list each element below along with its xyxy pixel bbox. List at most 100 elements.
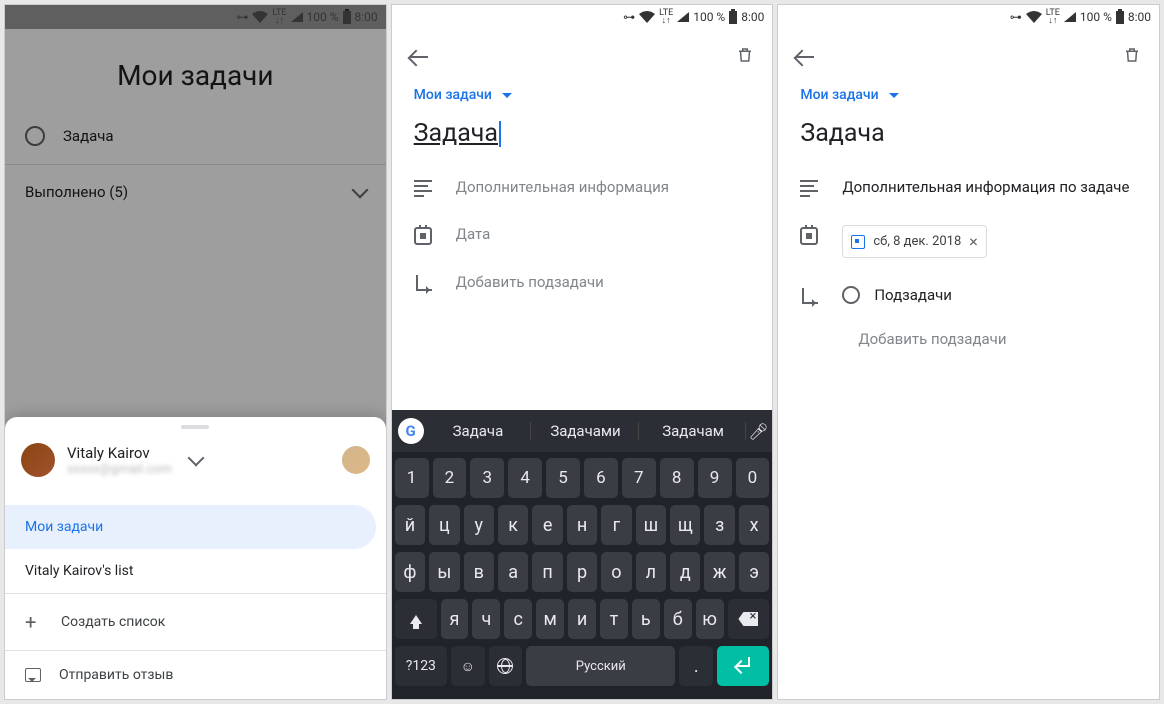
list-dropdown[interactable]: Мои задачи [778,77,1159,113]
key[interactable]: 7 [622,458,656,498]
mic-icon[interactable]: 🎤︎ [748,422,766,441]
google-icon[interactable]: G [398,418,424,444]
create-list-label: Создать список [61,614,165,630]
key[interactable]: 2 [433,458,467,498]
key[interactable]: й [395,505,425,545]
key[interactable]: л [636,552,666,592]
key[interactable]: м [536,599,564,639]
create-list-button[interactable]: + Создать список [5,594,386,650]
key[interactable]: 8 [660,458,694,498]
key[interactable]: г [601,505,631,545]
signal-icon [677,12,689,22]
key[interactable]: р [567,552,597,592]
symbols-key[interactable]: ?123 [395,646,447,686]
date-row[interactable]: сб, 8 дек. 2018 × [778,211,1159,272]
avatar-secondary[interactable] [342,446,370,474]
subtask-label[interactable]: Подзадачи [874,286,952,304]
key[interactable]: 5 [546,458,580,498]
key[interactable]: ы [429,552,459,592]
battery-pct: 100 % [1080,10,1112,24]
key[interactable]: э [739,552,769,592]
list-item-selected[interactable]: Мои задачи [5,505,376,549]
notes-row[interactable]: Дополнительная информация по задаче [778,164,1159,211]
avatar [21,443,55,477]
battery-pct: 100 % [693,10,725,24]
subtask-row[interactable]: Добавить подзадачи [392,259,773,305]
drag-handle[interactable] [181,425,209,429]
suggestion[interactable]: Задачами [533,422,639,440]
delete-button[interactable] [736,45,754,69]
enter-key[interactable] [717,646,769,686]
text-cursor [499,121,501,147]
wifi-icon [639,11,655,23]
key[interactable]: 1 [395,458,429,498]
key[interactable]: е [532,505,562,545]
date-row[interactable]: Дата [392,211,773,259]
list-item[interactable]: Vitaly Kairov's list [5,549,386,593]
key[interactable]: ь [632,599,660,639]
suggestion[interactable]: Задачам [641,422,747,440]
key[interactable]: ц [429,505,459,545]
period-key[interactable]: . [679,646,713,686]
key[interactable]: к [498,505,528,545]
key[interactable]: ж [704,552,734,592]
account-name: Vitaly Kairov [67,444,172,462]
key[interactable]: в [464,552,494,592]
key[interactable]: з [704,505,734,545]
clock: 8:00 [741,10,764,24]
emoji-key[interactable]: ☺ [451,646,485,686]
key[interactable]: и [568,599,596,639]
key[interactable]: 0 [736,458,770,498]
key[interactable]: я [441,599,469,639]
shift-key[interactable] [395,599,437,639]
key[interactable]: п [532,552,562,592]
feedback-button[interactable]: Отправить отзыв [5,651,386,699]
key[interactable]: с [504,599,532,639]
subtask-row: Подзадачи [778,272,1159,318]
notes-icon [414,180,434,197]
key[interactable]: щ [670,505,700,545]
space-key[interactable]: Русский [526,646,675,686]
screen-task-list: ⊶ LTE↓↑ 100 % 8:00 Мои задачи Задача Вып… [4,4,387,700]
task-title[interactable]: Задача [778,113,1159,164]
key[interactable]: б [664,599,692,639]
date-chip[interactable]: сб, 8 дек. 2018 × [842,225,987,258]
key[interactable]: у [464,505,494,545]
back-button[interactable] [410,56,428,58]
account-switcher[interactable]: Vitaly Kairov xxxxx@gmail.com [5,433,386,487]
key[interactable]: ш [636,505,666,545]
key[interactable]: х [739,505,769,545]
key[interactable]: 4 [508,458,542,498]
back-button[interactable] [796,56,814,58]
task-title-input[interactable]: Задача [414,113,501,164]
suggestion[interactable]: Задача [426,422,532,440]
list-dropdown[interactable]: Мои задачи [392,77,773,113]
key[interactable]: 9 [698,458,732,498]
key[interactable]: д [670,552,700,592]
subtask-checkbox[interactable] [842,286,860,304]
key[interactable]: 3 [470,458,504,498]
delete-button[interactable] [1123,45,1141,69]
key[interactable]: а [498,552,528,592]
clock: 8:00 [1128,10,1151,24]
soft-keyboard: G Задача Задачами Задачам 🎤︎ 1234567890 … [392,410,773,699]
battery-icon [1116,11,1124,24]
key[interactable]: ю [696,599,724,639]
language-key[interactable] [489,646,523,686]
key[interactable]: ф [395,552,425,592]
wifi-icon [1026,11,1042,23]
calendar-icon [800,227,818,245]
dropdown-icon [889,93,899,98]
screen-task-edit: ⊶ LTE↓↑ 100 % 8:00 Мои задачи Задача Доп… [391,4,774,700]
notes-row[interactable]: Дополнительная информация [392,164,773,211]
backspace-key[interactable] [728,599,770,639]
clear-date-button[interactable]: × [969,232,978,251]
add-subtask-button[interactable]: Добавить подзадачи [778,318,1159,360]
bottom-sheet-menu: Vitaly Kairov xxxxx@gmail.com Мои задачи… [5,417,386,699]
key[interactable]: т [600,599,628,639]
key[interactable]: ч [472,599,500,639]
key[interactable]: 6 [584,458,618,498]
feedback-icon [25,668,41,682]
key[interactable]: н [567,505,597,545]
key[interactable]: о [601,552,631,592]
